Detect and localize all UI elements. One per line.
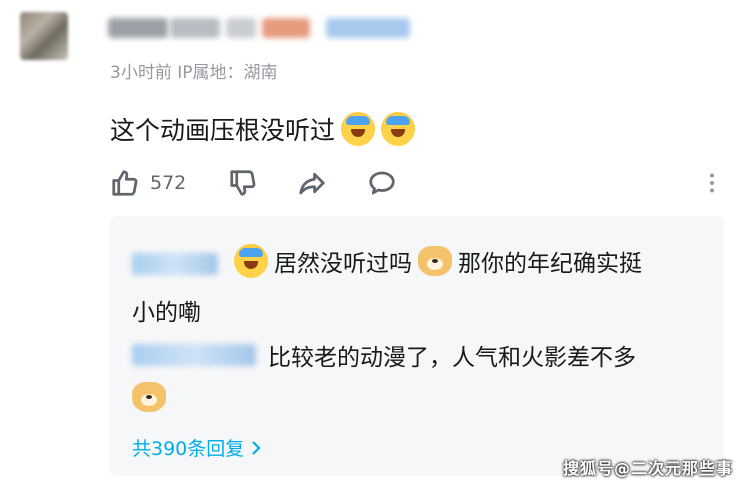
laugh-cry-emoji-icon [234, 244, 268, 278]
username-blurred[interactable] [108, 18, 168, 38]
avatar[interactable] [20, 12, 68, 60]
user-level-badge-blurred [262, 18, 310, 38]
comment-actions: 572 [110, 166, 720, 200]
reply-1-line-1: 居然没听过吗 那你的年纪确实挺 [234, 244, 642, 278]
comment-text: 这个动画压根没听过 [110, 116, 336, 145]
reply-1-line-2: 小的嘞 [132, 293, 201, 327]
share-button[interactable] [296, 166, 328, 200]
reply-2-line-1: 比较老的动漫了，人气和火影差不多 [268, 338, 636, 372]
dislike-button[interactable] [228, 166, 258, 200]
reply-1-text-part-3: 小的嘞 [132, 300, 201, 326]
reply-2-text: 比较老的动漫了，人气和火影差不多 [268, 345, 636, 371]
comment-bubble-icon [369, 171, 395, 195]
reply-1-text-part-1: 居然没听过吗 [274, 251, 412, 277]
comment-body: 这个动画压根没听过 [110, 111, 416, 147]
like-count: 572 [150, 172, 187, 194]
thumbs-down-icon [230, 170, 256, 196]
doge-emoji-icon [418, 246, 452, 276]
reply-1-text-part-2: 那你的年纪确实挺 [458, 251, 642, 277]
more-replies-label: 共390条回复 [132, 438, 245, 460]
view-more-replies-link[interactable]: 共390条回复 [132, 434, 262, 461]
reply-2-line-2 [132, 382, 166, 412]
chevron-right-icon [252, 440, 261, 455]
comment-meta: 3小时前 IP属地：湖南 [110, 63, 278, 83]
more-vertical-icon [710, 173, 714, 193]
share-arrow-icon [299, 172, 325, 195]
username-blurred-part [170, 18, 220, 38]
replies-panel: 居然没听过吗 那你的年纪确实挺 小的嘞 比较老的动漫了，人气和火影差不多 共39… [110, 216, 724, 476]
thumbs-up-icon [112, 170, 138, 196]
more-options-button[interactable] [704, 166, 720, 200]
reply-username-blurred[interactable] [132, 344, 256, 366]
laugh-cry-emoji-icon [341, 112, 376, 146]
username-blurred-part [226, 18, 256, 38]
like-button[interactable]: 572 [110, 166, 186, 200]
reply-button[interactable] [366, 166, 398, 200]
laugh-cry-emoji-icon [381, 112, 416, 146]
watermark: 搜狐号@二次元那些事 [562, 459, 733, 478]
user-tag-blurred [326, 18, 410, 38]
doge-emoji-icon [132, 382, 166, 412]
reply-username-blurred[interactable] [132, 253, 218, 275]
